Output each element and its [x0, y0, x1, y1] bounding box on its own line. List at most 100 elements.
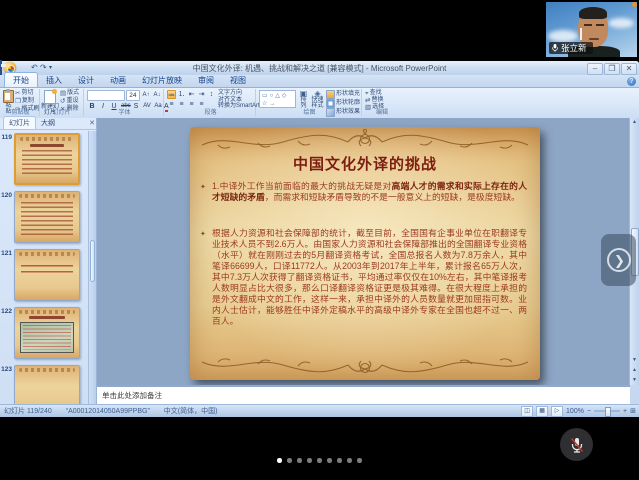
- line-spacing-button[interactable]: ↕: [207, 90, 216, 99]
- tab-design[interactable]: 设计: [70, 73, 102, 87]
- bullet-icon: ✦: [200, 182, 206, 193]
- group-drawing: ▭○△ ◇☆→ ▣ 排列 ◈ 快速样式 形状填充 形状轮廓 形状效果: [258, 89, 362, 116]
- participant-hair: [579, 7, 607, 19]
- slide-thumbnail[interactable]: 119: [0, 133, 88, 185]
- group-editing: ⌖查找 ⇄替换 ▧选择 编辑: [364, 89, 400, 116]
- current-slide[interactable]: 中国文化外译的挑战 ✦1.中译外工作当前面临的最大的挑战无疑是对高端人才的需求和…: [190, 127, 540, 380]
- pane-tab-outline[interactable]: 大纲: [36, 117, 60, 129]
- find-button[interactable]: ⌖查找: [365, 90, 384, 97]
- participant-name-badge: 张立新: [549, 42, 593, 54]
- group-label: 幻灯片: [40, 107, 83, 116]
- mute-button[interactable]: [560, 428, 593, 461]
- ribbon-tab-strip: 开始 插入 设计 动画 幻灯片放映 审阅 视图 ?: [0, 75, 639, 88]
- increase-indent-button[interactable]: ⇥: [197, 90, 206, 99]
- zoom-slider-knob[interactable]: [605, 407, 611, 417]
- numbering-button[interactable]: ⒈: [177, 90, 186, 99]
- pane-scrollbar[interactable]: [88, 131, 96, 404]
- bullets-button[interactable]: ≔: [167, 90, 176, 99]
- notes-placeholder: 单击此处添加备注: [97, 387, 630, 401]
- next-slide-icon[interactable]: ▼: [630, 376, 639, 385]
- language-indicator: 中文(简体，中国): [164, 406, 218, 416]
- zoom-slider[interactable]: [594, 410, 620, 412]
- copy-button[interactable]: ❐复制: [15, 98, 39, 105]
- conference-screen: 张立新 ↶ ↷ ▾ 中国文化外译: 机遇、挑战和解决之道 [兼容模式] - Mi…: [0, 0, 639, 480]
- thumbnail-preview: [14, 249, 80, 301]
- notes-pane[interactable]: 单击此处添加备注: [97, 385, 630, 404]
- bullet-icon: ✦: [200, 229, 206, 240]
- font-size-box[interactable]: 24: [126, 90, 140, 101]
- slide-thumbnail[interactable]: 123: [0, 365, 88, 404]
- arrange-icon: ▣: [300, 90, 308, 97]
- slideshow-button[interactable]: ▷: [551, 406, 563, 417]
- status-bar: 幻灯片 119/240 “A00012014050A99PPBG” 中文(简体，…: [0, 404, 639, 417]
- chevron-right-icon: ❯: [607, 248, 631, 272]
- font-name-box[interactable]: [87, 90, 125, 101]
- shapes-gallery[interactable]: ▭○△ ◇☆→: [259, 90, 296, 108]
- layout-button[interactable]: ▤版式: [60, 90, 79, 97]
- page-dot[interactable]: [337, 458, 342, 463]
- tab-animations[interactable]: 动画: [102, 73, 134, 87]
- recording-indicator-dot: [632, 2, 637, 7]
- tab-home[interactable]: 开始: [4, 72, 38, 87]
- page-dot[interactable]: [327, 458, 332, 463]
- page-dot[interactable]: [287, 458, 292, 463]
- zoom-in-icon[interactable]: +: [623, 408, 627, 415]
- page-dot[interactable]: [277, 458, 282, 463]
- grow-font-button[interactable]: A↑: [141, 91, 151, 100]
- page-dot[interactable]: [317, 458, 322, 463]
- maximize-button[interactable]: ❐: [604, 63, 620, 75]
- powerpoint-window: ↶ ↷ ▾ 中国文化外译: 机遇、挑战和解决之道 [兼容模式] - Micros…: [0, 61, 639, 417]
- cloud-shape: [548, 30, 578, 42]
- decrease-indent-button[interactable]: ⇤: [187, 90, 196, 99]
- mic-icon: [552, 44, 558, 52]
- shape-fill-button[interactable]: 形状填充: [326, 90, 360, 99]
- thumbnail-preview: [14, 307, 80, 359]
- tab-slideshow[interactable]: 幻灯片放映: [134, 73, 190, 87]
- minimize-button[interactable]: –: [587, 63, 603, 75]
- zoom-out-icon[interactable]: −: [587, 408, 591, 415]
- quick-styles-icon: ◈: [314, 90, 320, 97]
- shrink-font-button[interactable]: A↓: [152, 91, 162, 100]
- page-dot[interactable]: [307, 458, 312, 463]
- slide-thumbnail[interactable]: 122: [0, 307, 88, 359]
- thumbnail-preview: [14, 133, 80, 185]
- slides-pane: 幻灯片 大纲 ✕ 119 120 121 122: [0, 118, 97, 404]
- copy-icon: ❐: [15, 98, 21, 105]
- participant-video[interactable]: 张立新: [546, 2, 637, 57]
- slide-number: 119: [0, 133, 12, 141]
- help-button[interactable]: ?: [627, 77, 636, 86]
- group-paragraph: ≔ ⒈ ⇤ ⇥ ↕ ≡ ≡ ≡ ≡: [166, 89, 256, 116]
- next-page-overlay-button[interactable]: ❯: [601, 234, 636, 286]
- tab-insert[interactable]: 插入: [38, 73, 70, 87]
- close-button[interactable]: ✕: [621, 63, 637, 75]
- group-label: 剪贴板: [2, 107, 39, 116]
- page-dot[interactable]: [297, 458, 302, 463]
- slide-sorter-button[interactable]: ▦: [536, 406, 548, 417]
- thumbnail-list: 119 120 121 122 123: [0, 133, 88, 404]
- slide-thumbnail[interactable]: 120: [0, 191, 88, 243]
- participant-name: 张立新: [561, 42, 587, 54]
- page-dot[interactable]: [357, 458, 362, 463]
- find-icon: ⌖: [365, 90, 369, 97]
- thumbnail-preview: [14, 191, 80, 243]
- fit-to-window-icon[interactable]: ⊞: [630, 407, 636, 415]
- tab-view[interactable]: 视图: [222, 73, 254, 87]
- tab-review[interactable]: 审阅: [190, 73, 222, 87]
- scroll-up-icon[interactable]: ▲: [630, 118, 639, 127]
- replace-button[interactable]: ⇄替换: [365, 97, 384, 104]
- page-dot[interactable]: [347, 458, 352, 463]
- group-label: 绘图: [258, 107, 361, 116]
- group-label: 字体: [86, 107, 163, 116]
- normal-view-button[interactable]: ◫: [521, 406, 533, 417]
- previous-slide-icon[interactable]: ▲: [630, 366, 639, 375]
- group-label: 编辑: [364, 107, 400, 116]
- page-dots[interactable]: [277, 458, 362, 463]
- reset-button[interactable]: ↺重设: [60, 98, 79, 105]
- slide-thumbnail[interactable]: 121: [0, 249, 88, 301]
- pane-close-icon[interactable]: ✕: [89, 120, 95, 127]
- participant-eye: [584, 24, 592, 26]
- mic-muted-icon: [568, 436, 586, 454]
- scroll-down-icon[interactable]: ▼: [630, 356, 639, 365]
- pane-tab-slides[interactable]: 幻灯片: [3, 116, 36, 129]
- cut-button[interactable]: ✂剪切: [15, 90, 39, 97]
